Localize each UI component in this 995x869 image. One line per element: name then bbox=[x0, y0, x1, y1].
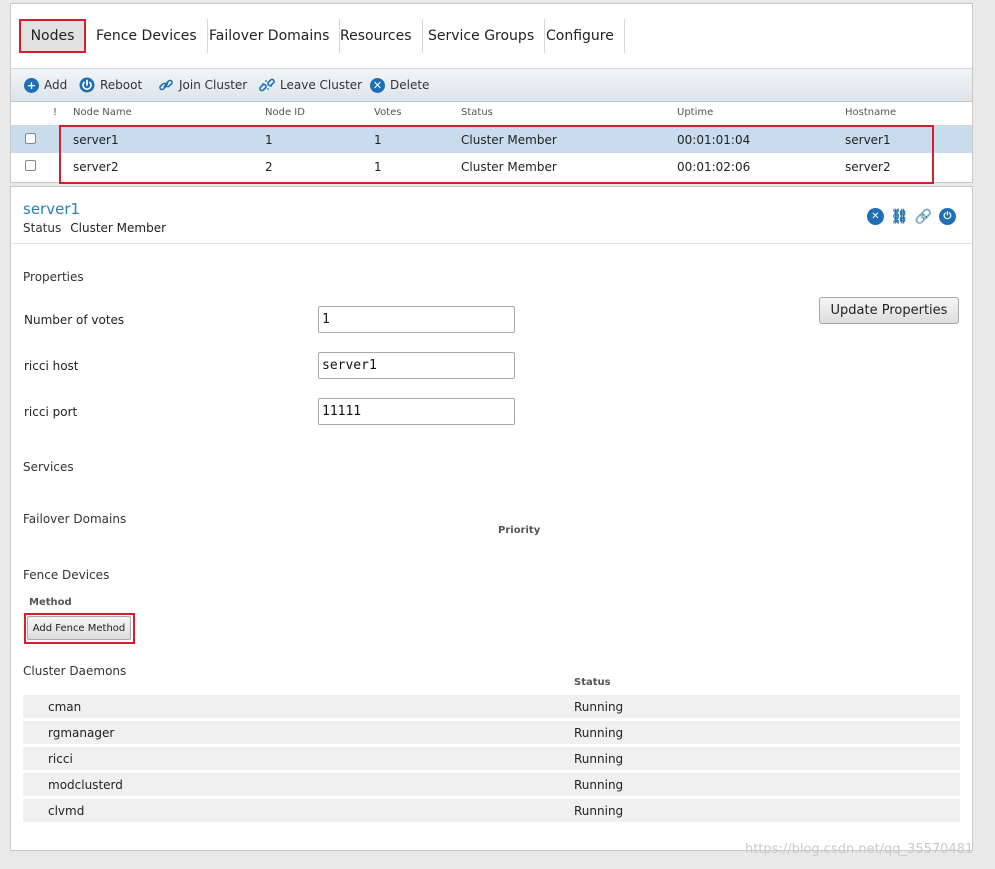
reboot-button[interactable]: Reboot bbox=[79, 76, 142, 94]
daemon-name: rgmanager bbox=[48, 726, 115, 740]
node-action-icons: ✕ ⛓ 🔗 ⏻ bbox=[867, 208, 956, 225]
votes-label: Number of votes bbox=[24, 313, 125, 327]
col-hostname[interactable]: Hostname bbox=[845, 107, 896, 118]
daemon-row: rgmanager Running bbox=[23, 721, 960, 744]
col-node-id[interactable]: Node ID bbox=[265, 107, 305, 118]
daemon-row: clvmd Running bbox=[23, 799, 960, 822]
method-header: Method bbox=[29, 597, 72, 608]
col-node-name[interactable]: Node Name bbox=[73, 107, 132, 118]
table-header: ! Node Name Node ID Votes Status Uptime … bbox=[11, 101, 972, 126]
row-checkbox[interactable] bbox=[25, 133, 36, 144]
daemon-row: cman Running bbox=[23, 695, 960, 718]
tab-bar: Nodes Fence Devices Failover Domains Res… bbox=[11, 4, 972, 68]
tab-failover-domains[interactable]: Failover Domains bbox=[199, 19, 341, 53]
properties-heading: Properties bbox=[23, 270, 84, 284]
update-properties-button[interactable]: Update Properties bbox=[819, 297, 959, 324]
power-icon bbox=[79, 77, 95, 93]
join-cluster-icon[interactable]: 🔗 bbox=[915, 208, 932, 225]
services-heading: Services bbox=[23, 460, 74, 474]
node-toolbar: + Add Reboot Join Cluster Leave Cluster … bbox=[11, 68, 972, 102]
daemon-status: Running bbox=[574, 700, 624, 714]
status-value: Cluster Member bbox=[70, 221, 167, 235]
cell-status: Cluster Member bbox=[461, 133, 557, 147]
delete-node-icon[interactable]: ✕ bbox=[867, 208, 884, 225]
tab-nodes[interactable]: Nodes bbox=[19, 19, 86, 53]
broken-link-icon bbox=[259, 78, 275, 92]
add-fence-method-button[interactable]: Add Fence Method bbox=[27, 616, 131, 640]
cell-hostname: server2 bbox=[845, 160, 891, 174]
leave-cluster-button[interactable]: Leave Cluster bbox=[259, 76, 362, 94]
node-detail-panel: server1 Status Cluster Member ✕ ⛓ 🔗 ⏻ Pro… bbox=[10, 186, 973, 851]
cluster-daemons-heading: Cluster Daemons bbox=[23, 664, 127, 678]
nodes-panel: Nodes Fence Devices Failover Domains Res… bbox=[10, 3, 973, 184]
daemon-name: cman bbox=[48, 700, 82, 714]
cell-uptime: 00:01:02:06 bbox=[677, 160, 751, 174]
cell-votes: 1 bbox=[374, 160, 382, 174]
daemon-status: Running bbox=[574, 752, 624, 766]
delete-button[interactable]: ✕ Delete bbox=[370, 76, 429, 94]
daemon-row: modclusterd Running bbox=[23, 773, 960, 796]
cell-node-id: 2 bbox=[265, 160, 273, 174]
plus-icon: + bbox=[24, 77, 39, 93]
daemon-status: Running bbox=[574, 778, 624, 792]
link-icon bbox=[159, 79, 173, 91]
daemon-name: clvmd bbox=[48, 804, 85, 818]
cell-node-name: server1 bbox=[73, 133, 119, 147]
col-alert: ! bbox=[53, 107, 58, 118]
col-status[interactable]: Status bbox=[461, 107, 493, 118]
leave-cluster-icon[interactable]: ⛓ bbox=[891, 208, 909, 225]
votes-input[interactable] bbox=[318, 306, 515, 333]
tab-resources[interactable]: Resources bbox=[330, 19, 423, 53]
cell-hostname: server1 bbox=[845, 133, 891, 147]
daemon-status: Running bbox=[574, 804, 624, 818]
cell-uptime: 00:01:01:04 bbox=[677, 133, 751, 147]
join-cluster-button[interactable]: Join Cluster bbox=[158, 76, 247, 94]
tab-configure[interactable]: Configure bbox=[536, 19, 625, 53]
node-status: Status Cluster Member bbox=[23, 221, 166, 235]
tab-fence-devices[interactable]: Fence Devices bbox=[86, 19, 208, 53]
cell-status: Cluster Member bbox=[461, 160, 557, 174]
ricci-host-input[interactable] bbox=[318, 352, 515, 379]
daemon-status: Running bbox=[574, 726, 624, 740]
tab-service-groups[interactable]: Service Groups bbox=[418, 19, 546, 53]
daemon-status-header: Status bbox=[574, 677, 611, 688]
ricci-host-label: ricci host bbox=[24, 359, 79, 373]
daemon-name: ricci bbox=[48, 752, 73, 766]
table-row[interactable]: server2 2 1 Cluster Member 00:01:02:06 s… bbox=[11, 153, 972, 180]
reboot-node-icon[interactable]: ⏻ bbox=[939, 208, 956, 225]
col-uptime[interactable]: Uptime bbox=[677, 107, 713, 118]
cell-node-name: server2 bbox=[73, 160, 119, 174]
col-votes[interactable]: Votes bbox=[374, 107, 401, 118]
daemon-name: modclusterd bbox=[48, 778, 123, 792]
daemon-row: ricci Running bbox=[23, 747, 960, 770]
priority-header: Priority bbox=[498, 525, 541, 536]
close-icon: ✕ bbox=[370, 77, 385, 93]
status-label: Status bbox=[23, 221, 62, 235]
fence-devices-heading: Fence Devices bbox=[23, 568, 110, 582]
node-title[interactable]: server1 bbox=[23, 200, 80, 218]
ricci-port-input[interactable] bbox=[318, 398, 515, 425]
cell-node-id: 1 bbox=[265, 133, 273, 147]
watermark: https://blog.csdn.net/qq_35570481 bbox=[745, 842, 974, 857]
add-button[interactable]: + Add bbox=[24, 76, 67, 94]
row-checkbox[interactable] bbox=[25, 160, 36, 171]
cell-votes: 1 bbox=[374, 133, 382, 147]
failover-domains-heading: Failover Domains bbox=[23, 512, 127, 526]
ricci-port-label: ricci port bbox=[24, 405, 78, 419]
table-row[interactable]: server1 1 1 Cluster Member 00:01:01:04 s… bbox=[11, 126, 972, 153]
detail-header: server1 Status Cluster Member ✕ ⛓ 🔗 ⏻ bbox=[11, 187, 972, 244]
